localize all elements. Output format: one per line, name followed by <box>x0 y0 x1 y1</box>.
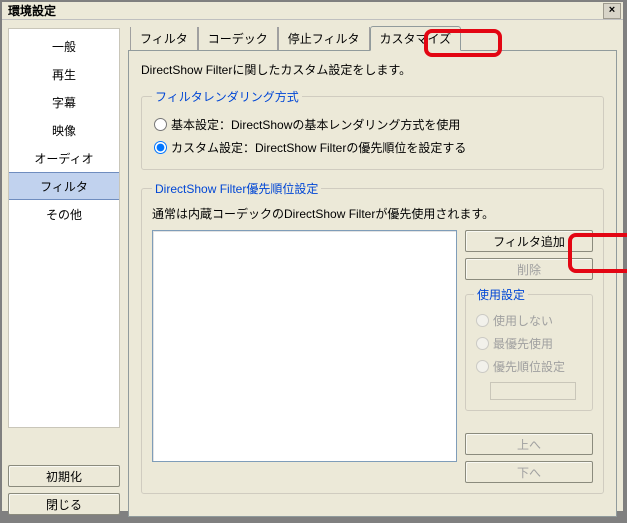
tab-customize[interactable]: カスタマイズ <box>370 26 462 51</box>
sidebar-item-subtitle[interactable]: 字幕 <box>9 88 119 116</box>
radio-custom-label: カスタム設定：DirectShow Filterの優先順位を設定する <box>171 139 466 156</box>
window-title: 環境設定 <box>8 2 56 19</box>
move-down-button[interactable]: 下へ <box>465 461 593 483</box>
tab-codec[interactable]: コーデック <box>198 27 278 50</box>
radio-custom[interactable] <box>154 141 167 154</box>
client-area: 一般 再生 字幕 映像 オーディオ フィルタ その他 初期化 閉じる フィルタ … <box>2 20 623 523</box>
tab-filter[interactable]: フィルタ <box>130 27 198 50</box>
filter-listbox[interactable] <box>152 230 457 462</box>
usage-top-radio <box>476 337 489 350</box>
tabstrip: フィルタ コーデック 停止フィルタ カスタマイズ <box>128 28 617 50</box>
sidebar-item-video[interactable]: 映像 <box>9 116 119 144</box>
sidebar-item-audio[interactable]: オーディオ <box>9 144 119 172</box>
priority-desc: 通常は内蔵コーデックのDirectShow Filterが優先使用されます。 <box>152 205 593 222</box>
sidebar-item-playback[interactable]: 再生 <box>9 60 119 88</box>
usage-top-label: 最優先使用 <box>493 335 553 352</box>
usage-order-label: 優先順位設定 <box>493 358 565 375</box>
tab-stopfilter[interactable]: 停止フィルタ <box>278 27 370 50</box>
init-button[interactable]: 初期化 <box>8 465 120 487</box>
close-button[interactable]: 閉じる <box>8 493 120 515</box>
priority-area: フィルタ追加 削除 使用設定 使用しない 最優先使用 <box>152 230 593 483</box>
add-filter-button[interactable]: フィルタ追加 <box>465 230 593 252</box>
radio-basic[interactable] <box>154 118 167 131</box>
priority-value-input <box>490 382 576 400</box>
delete-button[interactable]: 削除 <box>465 258 593 280</box>
radio-custom-row[interactable]: カスタム設定：DirectShow Filterの優先順位を設定する <box>152 136 593 159</box>
priority-controls: フィルタ追加 削除 使用設定 使用しない 最優先使用 <box>465 230 593 483</box>
radio-basic-row[interactable]: 基本設定：DirectShowの基本レンダリング方式を使用 <box>152 113 593 136</box>
sidebar-item-filter[interactable]: フィルタ <box>9 172 119 200</box>
usage-none-row: 使用しない <box>474 309 584 332</box>
usage-order-radio <box>476 360 489 373</box>
usage-none-radio <box>476 314 489 327</box>
priority-group: DirectShow Filter優先順位設定 通常は内蔵コーデックのDirec… <box>141 180 604 494</box>
content-area: フィルタ コーデック 停止フィルタ カスタマイズ DirectShow Filt… <box>128 28 617 517</box>
close-icon[interactable]: × <box>603 3 621 19</box>
usage-top-row: 最優先使用 <box>474 332 584 355</box>
settings-window: 環境設定 × 一般 再生 字幕 映像 オーディオ フィルタ その他 初期化 閉じ… <box>1 1 624 512</box>
usage-group: 使用設定 使用しない 最優先使用 <box>465 286 593 411</box>
move-up-button[interactable]: 上へ <box>465 433 593 455</box>
priority-group-legend: DirectShow Filter優先順位設定 <box>152 180 321 197</box>
tab-body: DirectShow Filterに関したカスタム設定をします。 フィルタレンダ… <box>128 50 617 517</box>
sidebar-item-general[interactable]: 一般 <box>9 32 119 60</box>
sidebar-list: 一般 再生 字幕 映像 オーディオ フィルタ その他 <box>8 28 120 428</box>
sidebar: 一般 再生 字幕 映像 オーディオ フィルタ その他 初期化 閉じる <box>8 28 120 517</box>
usage-none-label: 使用しない <box>493 312 553 329</box>
page-description: DirectShow Filterに関したカスタム設定をします。 <box>141 61 604 78</box>
titlebar: 環境設定 × <box>2 2 623 20</box>
sidebar-item-other[interactable]: その他 <box>9 200 119 228</box>
usage-group-legend: 使用設定 <box>474 286 528 303</box>
rendering-group-legend: フィルタレンダリング方式 <box>152 88 302 105</box>
radio-basic-label: 基本設定：DirectShowの基本レンダリング方式を使用 <box>171 116 460 133</box>
rendering-group: フィルタレンダリング方式 基本設定：DirectShowの基本レンダリング方式を… <box>141 88 604 170</box>
usage-order-row: 優先順位設定 <box>474 355 584 378</box>
